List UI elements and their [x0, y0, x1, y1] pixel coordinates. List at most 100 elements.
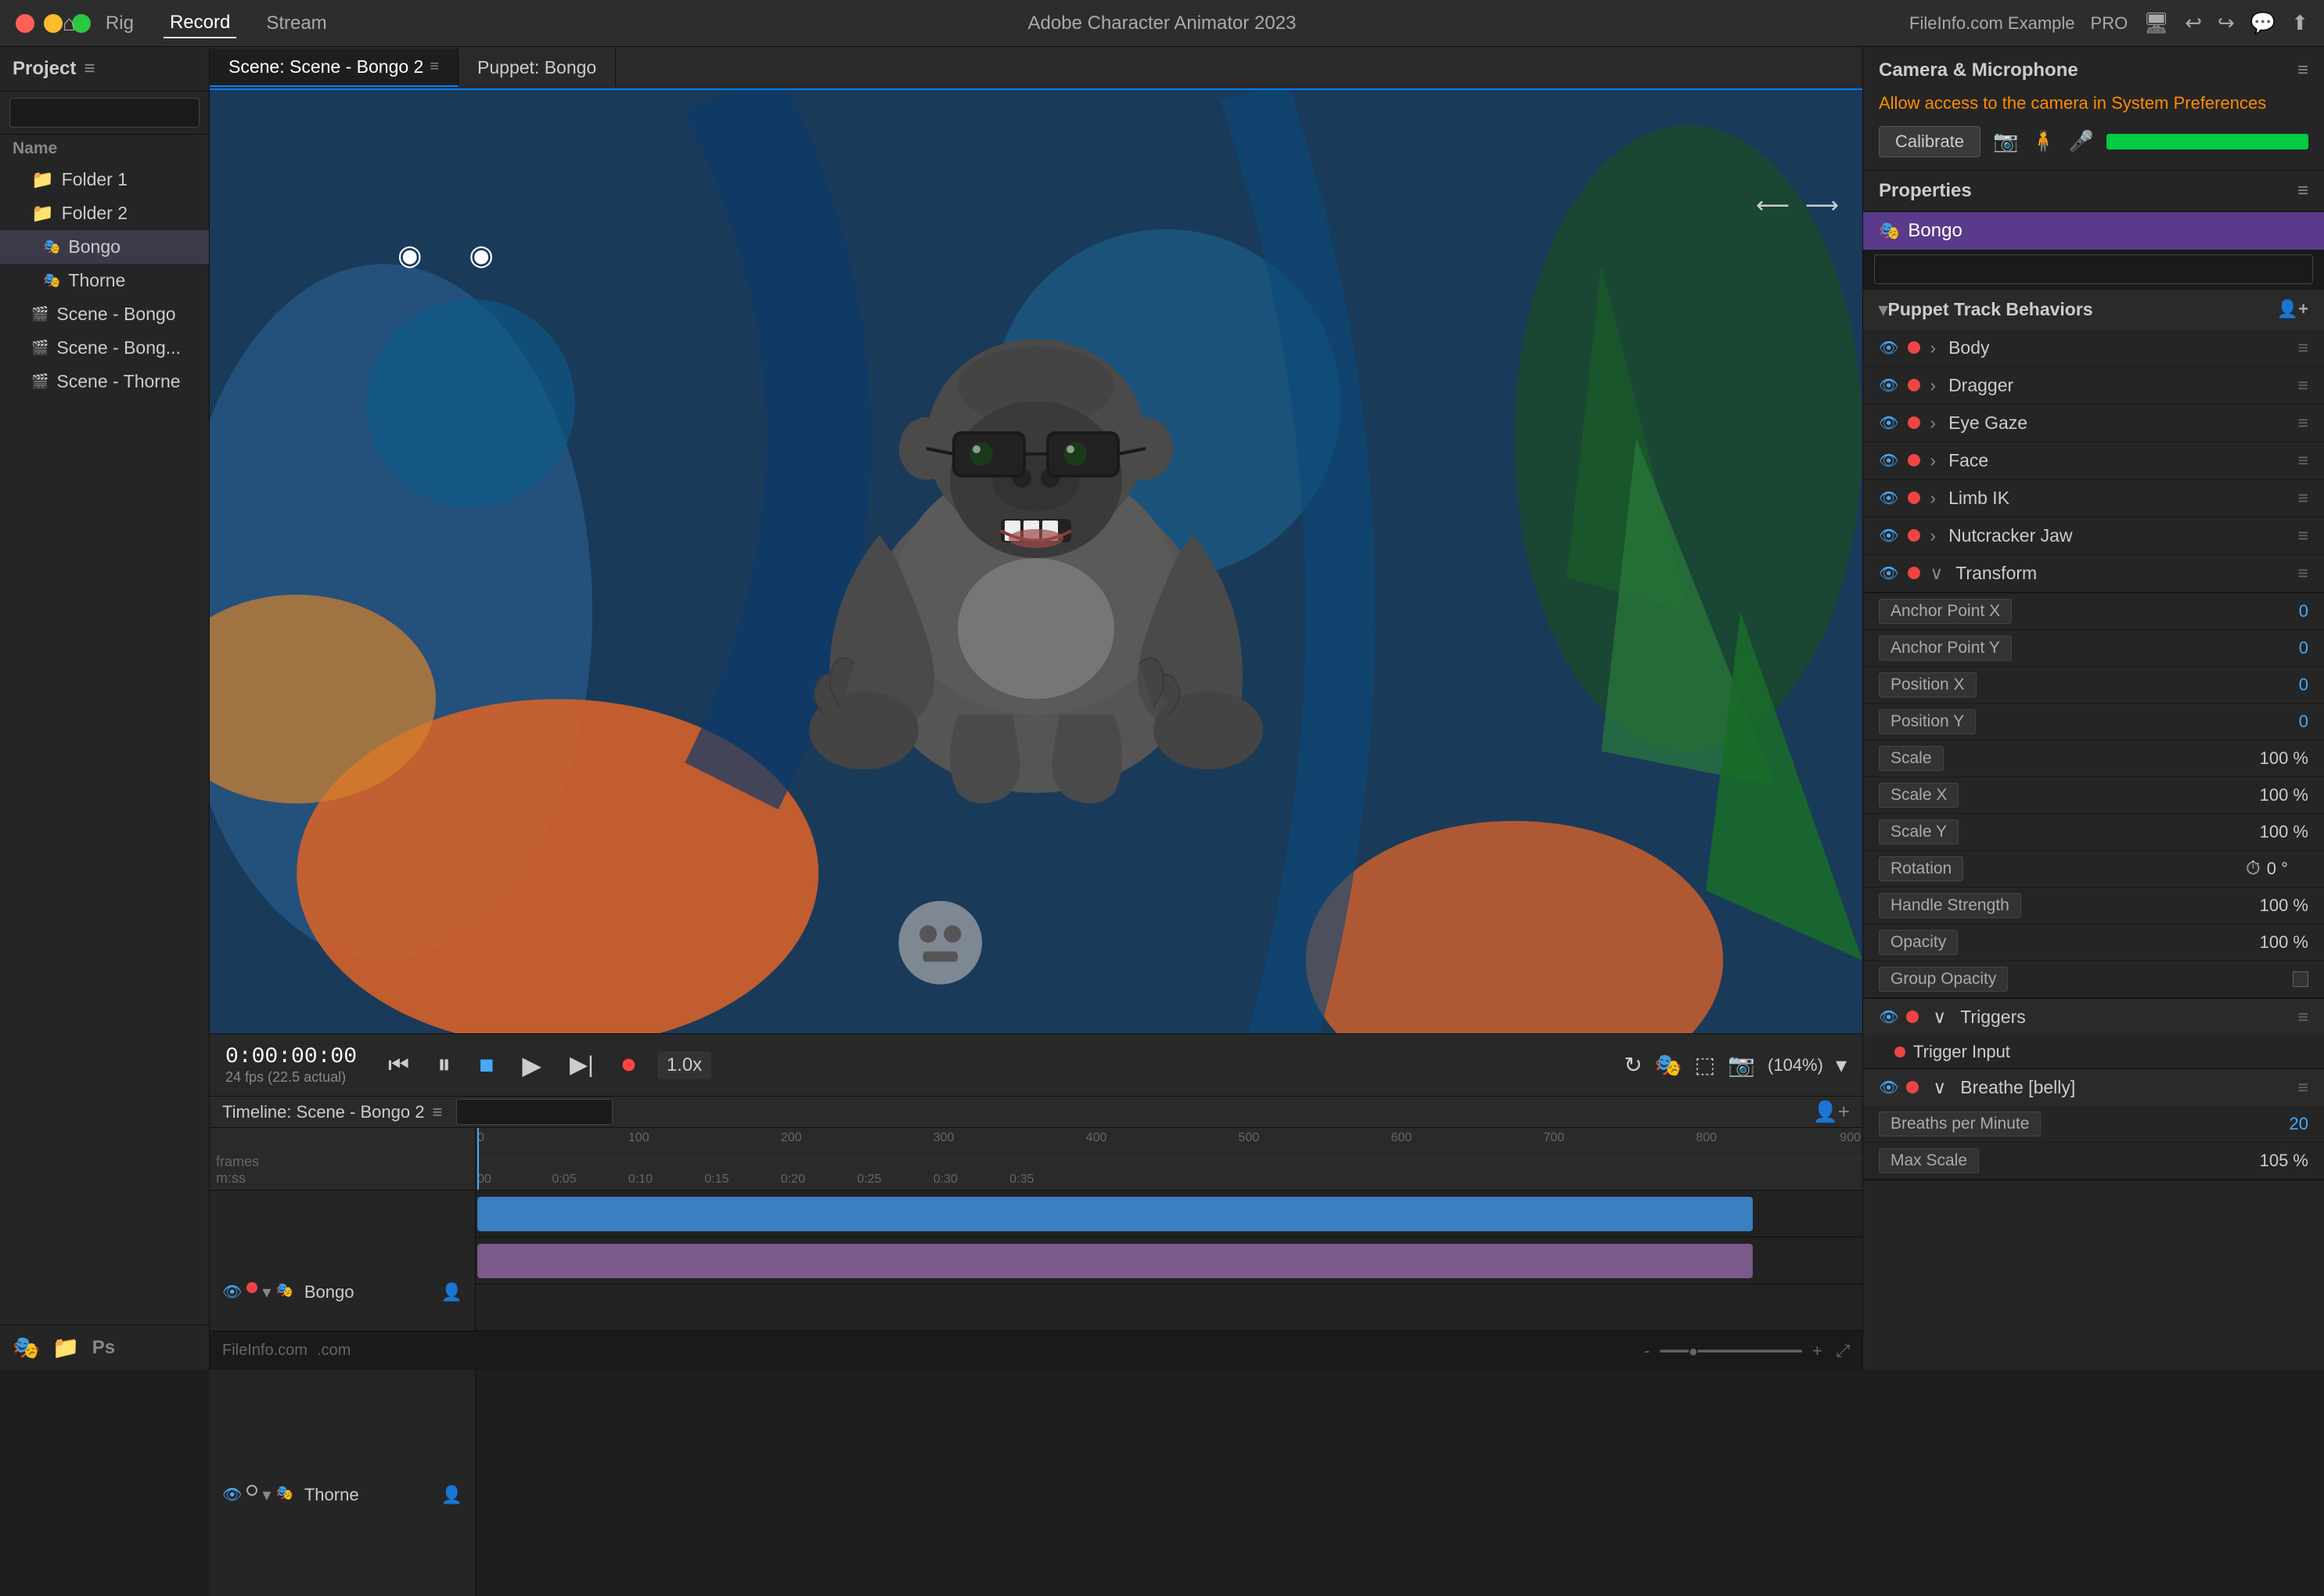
- timeline-zoom-slider[interactable]: ━━━●━━━━━━━━━━━: [1660, 1343, 1802, 1360]
- nutcracker-jaw-eye-icon[interactable]: 👁: [1879, 526, 1898, 546]
- dragger-chevron-icon[interactable]: ›: [1930, 375, 1936, 396]
- bpm-value[interactable]: 20: [2246, 1114, 2308, 1134]
- close-button[interactable]: [16, 14, 34, 33]
- tab-rig[interactable]: Rig: [99, 9, 140, 38]
- play-pause-button[interactable]: ⏸: [431, 1047, 457, 1083]
- breathe-eye-icon[interactable]: 👁: [1879, 1078, 1898, 1097]
- props-search-input[interactable]: [1874, 254, 2313, 284]
- track-thorne-circle[interactable]: [246, 1485, 257, 1496]
- track-thorne-chevron[interactable]: ▾: [262, 1485, 271, 1505]
- transform-dot[interactable]: [1908, 567, 1920, 579]
- ptb-item-nutcracker-jaw[interactable]: 👁 › Nutcracker Jaw ≡: [1863, 517, 2324, 555]
- puppet-tool-icon[interactable]: 🎭: [1655, 1052, 1682, 1078]
- chat-icon[interactable]: 💬: [2250, 11, 2275, 35]
- track-bongo-dot[interactable]: [246, 1282, 257, 1293]
- thorne-clip[interactable]: [477, 1244, 1753, 1278]
- transform-menu-icon[interactable]: ≡: [2298, 563, 2308, 584]
- eye-gaze-chevron-icon[interactable]: ›: [1930, 413, 1936, 434]
- share-icon[interactable]: ⬆: [2291, 11, 2308, 35]
- timeline-ruler-area[interactable]: 0 100 200 300 400 500 600 700 800 900: [476, 1128, 1862, 1331]
- ps-icon[interactable]: Ps: [92, 1337, 115, 1359]
- camera-tool-icon[interactable]: 📷: [1728, 1052, 1755, 1078]
- body-eye-icon[interactable]: 👁: [1879, 338, 1898, 358]
- timeline-add-icon[interactable]: 👤+: [1812, 1100, 1850, 1124]
- sidebar-item-folder1[interactable]: 📁 Folder 1: [0, 163, 209, 196]
- face-dot[interactable]: [1908, 454, 1920, 467]
- ptb-item-eye-gaze[interactable]: 👁 › Eye Gaze ≡: [1863, 405, 2324, 442]
- anchor-y-value[interactable]: 0: [2246, 638, 2308, 658]
- body-chevron-icon[interactable]: ›: [1930, 337, 1936, 358]
- triggers-eye-icon[interactable]: 👁: [1879, 1007, 1898, 1027]
- timeline-playhead[interactable]: [477, 1128, 479, 1190]
- track-thorne-add-icon[interactable]: 👤: [441, 1485, 462, 1505]
- limb-ik-eye-icon[interactable]: 👁: [1879, 488, 1898, 508]
- face-chevron-icon[interactable]: ›: [1930, 450, 1936, 471]
- sidebar-item-thorne[interactable]: 🎭 Thorne: [0, 264, 209, 297]
- sidebar-item-scene-bong[interactable]: 🎬 Scene - Bong...: [0, 331, 209, 365]
- transform-chevron-icon[interactable]: ∨: [1930, 563, 1943, 584]
- speed-control[interactable]: 1.0x: [657, 1051, 711, 1079]
- limb-ik-chevron-icon[interactable]: ›: [1930, 488, 1936, 509]
- scene-tab-bongo2[interactable]: Scene: Scene - Bongo 2 ≡: [210, 49, 459, 87]
- scene-tab-menu-icon[interactable]: ≡: [430, 58, 439, 76]
- zoom-chevron-icon[interactable]: ▾: [1836, 1052, 1847, 1078]
- eye-gaze-dot[interactable]: [1908, 416, 1920, 429]
- track-bongo-chevron[interactable]: ▾: [262, 1282, 271, 1302]
- stop-button[interactable]: ■: [473, 1047, 500, 1083]
- track-bongo-add-icon[interactable]: 👤: [441, 1282, 462, 1302]
- project-menu-icon[interactable]: ≡: [84, 58, 95, 80]
- arrow-left-icon[interactable]: ⟵: [1756, 192, 1790, 219]
- ptb-item-face[interactable]: 👁 › Face ≡: [1863, 442, 2324, 480]
- puppet-tab-bongo[interactable]: Puppet: Bongo: [459, 49, 616, 86]
- project-search-input[interactable]: [9, 98, 200, 128]
- corner-arrows[interactable]: ⟵ ⟶: [1756, 192, 1839, 219]
- home-icon[interactable]: ⌂: [63, 11, 76, 36]
- ptb-expand-icon[interactable]: ▾: [1879, 299, 1888, 320]
- ptb-item-limb-ik[interactable]: 👁 › Limb IK ≡: [1863, 480, 2324, 517]
- undo-icon[interactable]: ↩: [2185, 11, 2202, 35]
- screen-icon[interactable]: 🖥: [2143, 11, 2169, 35]
- limb-ik-menu-icon[interactable]: ≡: [2298, 488, 2308, 509]
- breathe-dot[interactable]: [1906, 1081, 1919, 1093]
- zoom-display[interactable]: (104%): [1768, 1055, 1823, 1075]
- scale-y-value[interactable]: 100 %: [2246, 822, 2308, 842]
- body-menu-icon[interactable]: ≡: [2298, 337, 2308, 358]
- skip-to-start-button[interactable]: ⏮: [382, 1049, 416, 1082]
- ptb-item-dragger[interactable]: 👁 › Dragger ≡: [1863, 367, 2324, 405]
- body-dot[interactable]: [1908, 341, 1920, 354]
- tab-stream[interactable]: Stream: [260, 9, 333, 38]
- properties-menu-icon[interactable]: ≡: [2297, 180, 2308, 202]
- ptb-item-transform[interactable]: 👁 ∨ Transform ≡: [1863, 555, 2324, 593]
- sidebar-item-scene-bongo[interactable]: 🎬 Scene - Bongo: [0, 297, 209, 331]
- dragger-eye-icon[interactable]: 👁: [1879, 376, 1898, 395]
- tab-record[interactable]: Record: [164, 9, 236, 38]
- camera-mic-menu-icon[interactable]: ≡: [2297, 59, 2308, 81]
- handle-strength-value[interactable]: 100 %: [2246, 895, 2308, 916]
- scale-x-value[interactable]: 100 %: [2246, 785, 2308, 805]
- track-bongo-eye-icon[interactable]: 👁: [222, 1282, 242, 1302]
- anchor-x-value[interactable]: 0: [2246, 601, 2308, 621]
- zoom-out-icon[interactable]: -: [1644, 1341, 1649, 1360]
- ptb-item-body[interactable]: 👁 › Body ≡: [1863, 330, 2324, 367]
- new-folder-icon[interactable]: 📁: [52, 1335, 80, 1360]
- dragger-dot[interactable]: [1908, 379, 1920, 391]
- face-eye-icon[interactable]: 👁: [1879, 451, 1898, 470]
- breathe-expand-icon[interactable]: ∨: [1933, 1077, 1946, 1098]
- eye-gaze-eye-icon[interactable]: 👁: [1879, 413, 1898, 433]
- position-y-value[interactable]: 0: [2246, 712, 2308, 732]
- nutcracker-jaw-menu-icon[interactable]: ≡: [2298, 525, 2308, 546]
- timeline-menu-icon[interactable]: ≡: [432, 1102, 442, 1122]
- breathe-header[interactable]: 👁 ∨ Breathe [belly] ≡: [1863, 1069, 2324, 1106]
- group-opacity-checkbox[interactable]: [2293, 971, 2308, 987]
- arrow-right-icon[interactable]: ⟶: [1805, 192, 1839, 219]
- sidebar-item-scene-thorne[interactable]: 🎬 Scene - Thorne: [0, 365, 209, 398]
- timeline-search-input[interactable]: [456, 1099, 613, 1125]
- scale-value[interactable]: 100 %: [2246, 748, 2308, 769]
- nutcracker-jaw-dot[interactable]: [1908, 529, 1920, 542]
- ptb-add-icon[interactable]: 👤+: [2277, 299, 2308, 319]
- triggers-menu-icon[interactable]: ≡: [2298, 1007, 2308, 1028]
- transform-eye-icon[interactable]: 👁: [1879, 564, 1898, 583]
- track-thorne-eye-icon[interactable]: 👁: [222, 1485, 242, 1505]
- breathe-menu-icon[interactable]: ≡: [2298, 1077, 2308, 1098]
- frame-tool-icon[interactable]: ⬚: [1695, 1052, 1715, 1078]
